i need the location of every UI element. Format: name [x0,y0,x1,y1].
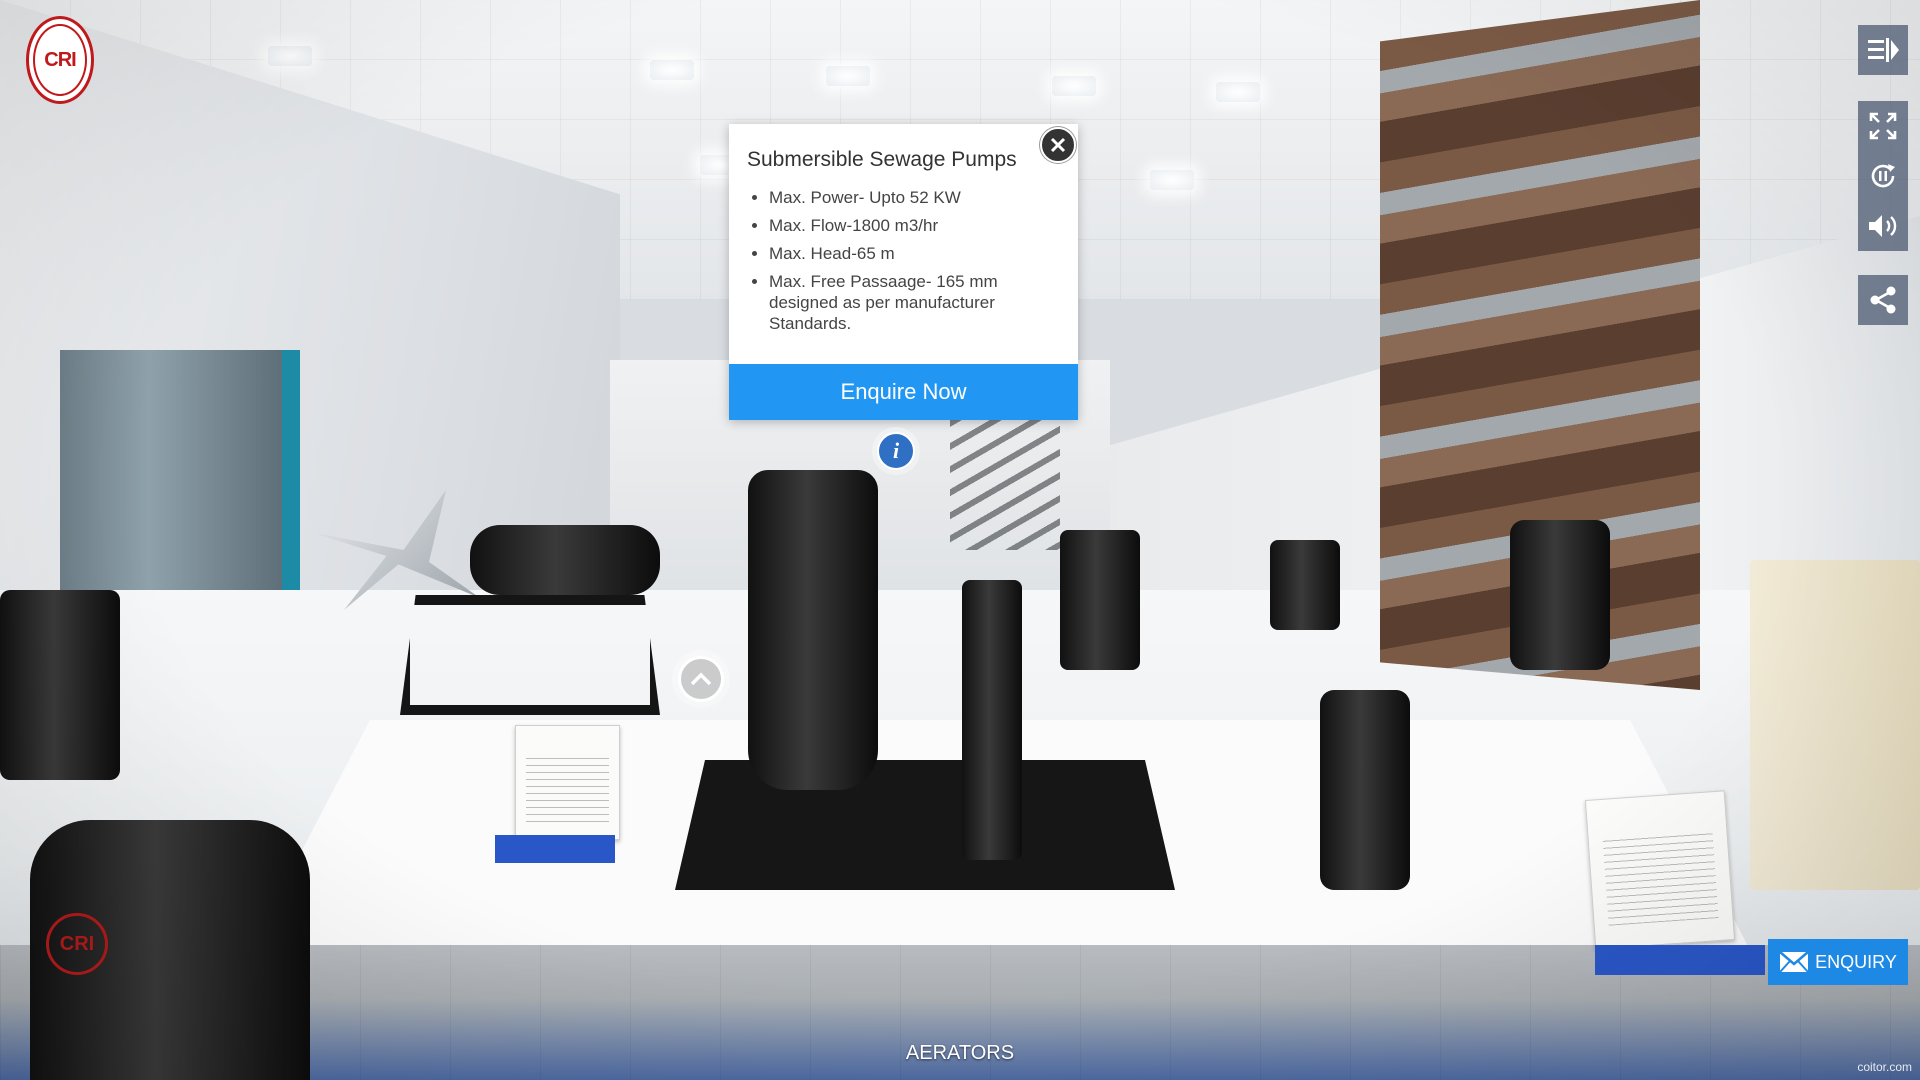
cri-logo-text: CRI [33,24,87,96]
sound-icon [1869,215,1897,237]
view-controls [1858,101,1908,251]
spec-item-power: Max. Power- Upto 52 KW [769,187,1059,208]
staircase [950,420,1060,550]
enquiry-button[interactable]: ENQUIRY [1768,939,1908,985]
share-icon [1870,286,1896,314]
ceiling-light [650,60,694,80]
ceiling-light [268,46,312,66]
ceiling-light [1052,76,1096,96]
info-hotspot[interactable]: i [872,427,920,475]
playlist-toggle-icon [1868,38,1899,62]
info-icon: i [877,432,915,470]
spec-item-flow: Max. Flow-1800 m3/hr [769,215,1059,236]
sewage-pump [748,470,878,790]
pump-cri-logo: CRI [46,913,108,975]
chevron-up-icon [690,672,712,686]
popup-close-button[interactable] [1040,127,1076,163]
vertical-pump [1060,530,1140,670]
popup-title: Submersible Sewage Pumps [747,148,1017,171]
spec-item-head: Max. Head-65 m [769,243,1059,264]
sound-button[interactable] [1858,201,1908,251]
spec-card [1584,790,1736,950]
tank-display [1750,560,1920,890]
enquiry-label: ENQUIRY [1815,951,1897,972]
autorotate-pause-button[interactable] [1858,151,1908,201]
pump-left [0,590,120,780]
guide-rail [962,580,1022,860]
spec-card [515,725,620,840]
close-icon [1050,137,1066,153]
share-button[interactable] [1858,275,1908,325]
aerator-stand [400,595,660,715]
navigation-ring [678,656,724,702]
fullscreen-icon [1869,112,1897,140]
ceiling-light [1216,82,1260,102]
navigation-hotspot[interactable] [672,650,730,708]
aerator-motor [470,525,660,595]
fullscreen-button[interactable] [1858,101,1908,151]
submersible-pump-mid [1270,540,1340,630]
ceiling-light [826,66,870,86]
spec-list: Max. Power- Upto 52 KW Max. Flow-1800 m3… [769,187,1059,341]
enquire-now-button[interactable]: Enquire Now [729,364,1078,420]
spec-stand [495,835,615,863]
playlist-toggle-button[interactable] [1858,25,1908,75]
ceiling-light [1150,170,1194,190]
autorotate-pause-icon [1871,164,1895,188]
pump-base-plate [675,760,1175,890]
cri-logo[interactable]: CRI [26,16,94,104]
product-info-popup: Submersible Sewage Pumps Max. Power- Upt… [729,124,1078,420]
cutter-pump [1320,690,1410,890]
submersible-pump-right [1510,520,1610,670]
mail-icon [1779,951,1809,973]
watermark: coitor.com [1857,1060,1912,1074]
scene-title: AERATORS [905,1042,1015,1064]
spec-item-free-passage: Max. Free Passaage- 165 mm designed as p… [769,271,1059,334]
spec-stand [1595,945,1765,975]
